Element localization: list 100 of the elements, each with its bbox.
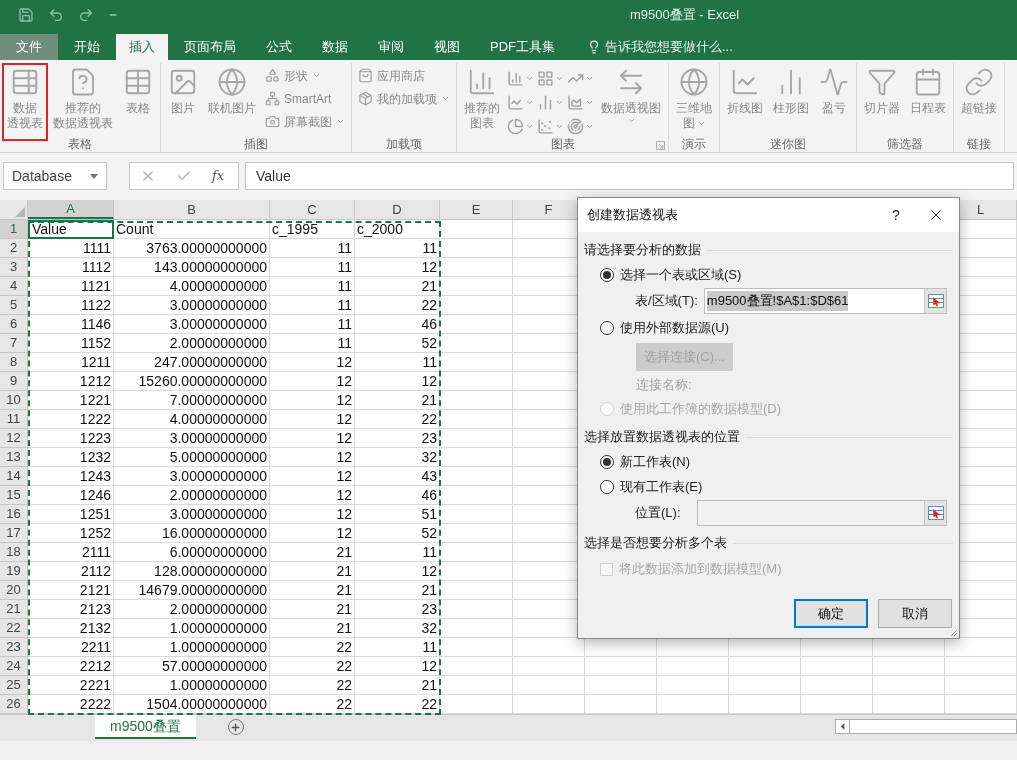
table-cell: 21 [270,562,355,581]
table-cell: 2123 [28,600,114,619]
table-cell: 3.00000000000 [114,467,270,486]
table-cell: 5.00000000000 [114,448,270,467]
table-cell: 11 [270,315,355,334]
section-title: 选择放置数据透视表的位置 [584,428,740,447]
sheet-tab[interactable]: m9500叠置 [95,715,196,739]
formula-field[interactable]: Value [245,162,1014,190]
name-box-value: Database [12,166,72,186]
table-cell: 2112 [28,562,114,581]
table-cell: 22 [355,296,440,315]
row-header[interactable]: 15 [0,486,28,505]
group-label: 表格 [68,136,92,153]
table-cell: 12 [270,467,355,486]
row-header[interactable]: 10 [0,391,28,410]
ribbon-tab[interactable]: 视图 [420,34,474,60]
table-cell: 1246 [28,486,114,505]
row-header[interactable]: 22 [0,619,28,638]
row-header[interactable]: 21 [0,600,28,619]
table-cell: 4.00000000000 [114,277,270,296]
dialog-button[interactable]: 取消 [878,599,952,628]
range-field[interactable]: m9500叠置!$A$1:$D$61 [703,288,947,314]
table-cell: 12 [270,372,355,391]
table-cell: 22 [270,657,355,676]
table-cell: 143.00000000000 [114,258,270,277]
group-label: 迷你图 [770,136,806,153]
row-header[interactable]: 23 [0,638,28,657]
row-header[interactable]: 26 [0,695,28,714]
row-header[interactable]: 3 [0,258,28,277]
table-cell: 12 [355,372,440,391]
table-cell: 1152 [28,334,114,353]
row-header[interactable]: 20 [0,581,28,600]
insert-function-button[interactable]: fx [212,166,225,186]
row-header[interactable]: 7 [0,334,28,353]
column-header[interactable]: C [270,200,355,219]
table-cell: 6.00000000000 [114,543,270,562]
table-cell: 1211 [28,353,114,372]
tell-me-field[interactable]: 告诉我您想要做什么... [605,37,775,57]
ribbon-tab[interactable]: PDF工具集 [476,34,569,60]
row-header[interactable]: 9 [0,372,28,391]
row-header[interactable]: 6 [0,315,28,334]
row-header[interactable]: 1 [0,220,28,239]
table-cell: 15260.00000000000 [114,372,270,391]
column-header[interactable]: A [28,200,114,219]
table-cell: 11 [270,277,355,296]
table-cell: 21 [270,543,355,562]
row-header[interactable]: 17 [0,524,28,543]
row-header[interactable]: 18 [0,543,28,562]
table-cell: 2.00000000000 [114,486,270,505]
ribbon-tab[interactable]: 开始 [60,34,114,60]
table-cell: 2132 [28,619,114,638]
table-cell: 57.00000000000 [114,657,270,676]
row-header[interactable]: 8 [0,353,28,372]
row-header[interactable]: 12 [0,429,28,448]
row-header[interactable]: 25 [0,676,28,695]
column-header[interactable]: E [440,200,513,219]
table-cell: 11 [270,258,355,277]
row-header[interactable]: 2 [0,239,28,258]
table-cell: 12 [355,562,440,581]
row-header[interactable]: 14 [0,467,28,486]
table-cell: 2221 [28,676,114,695]
column-header[interactable]: D [355,200,440,219]
column-header[interactable]: B [114,200,270,219]
table-cell: 21 [355,676,440,695]
table-cell: 1121 [28,277,114,296]
row-header[interactable]: 4 [0,277,28,296]
table-cell: 11 [270,239,355,258]
row-header[interactable]: 5 [0,296,28,315]
ribbon-tab[interactable]: 页面布局 [170,34,250,60]
dialog-title: 创建数据透视表 [587,206,679,225]
row-header[interactable]: 13 [0,448,28,467]
row-header[interactable]: 19 [0,562,28,581]
table-cell: 2.00000000000 [114,334,270,353]
ribbon-tab[interactable]: 插入 [116,34,168,60]
group-label: 插图 [244,136,268,153]
table-cell: 32 [355,619,440,638]
table-cell: 12 [270,429,355,448]
table-cell: 1243 [28,467,114,486]
row-header[interactable]: 11 [0,410,28,429]
name-box[interactable]: Database [3,162,107,190]
dialog-button[interactable]: 确定 [794,599,868,628]
table-cell: 1112 [28,258,114,277]
table-cell: 11 [355,543,440,562]
table-cell: 52 [355,334,440,353]
table-cell: 3.00000000000 [114,505,270,524]
ribbon-tab[interactable]: 公式 [252,34,306,60]
help-button[interactable]: ? [881,204,911,226]
section-title: 请选择要分析的数据 [584,241,701,260]
ribbon-tab[interactable]: 数据 [308,34,362,60]
table-cell: 1221 [28,391,114,410]
ribbon-tab[interactable]: 文件 [0,34,58,60]
table-cell: 32 [355,448,440,467]
table-cell: 14679.00000000000 [114,581,270,600]
row-header[interactable]: 24 [0,657,28,676]
row-header[interactable]: 16 [0,505,28,524]
table-cell: 1212 [28,372,114,391]
table-cell: 46 [355,315,440,334]
ribbon-tab[interactable]: 审阅 [364,34,418,60]
table-cell: 11 [355,239,440,258]
table-cell: 11 [355,353,440,372]
